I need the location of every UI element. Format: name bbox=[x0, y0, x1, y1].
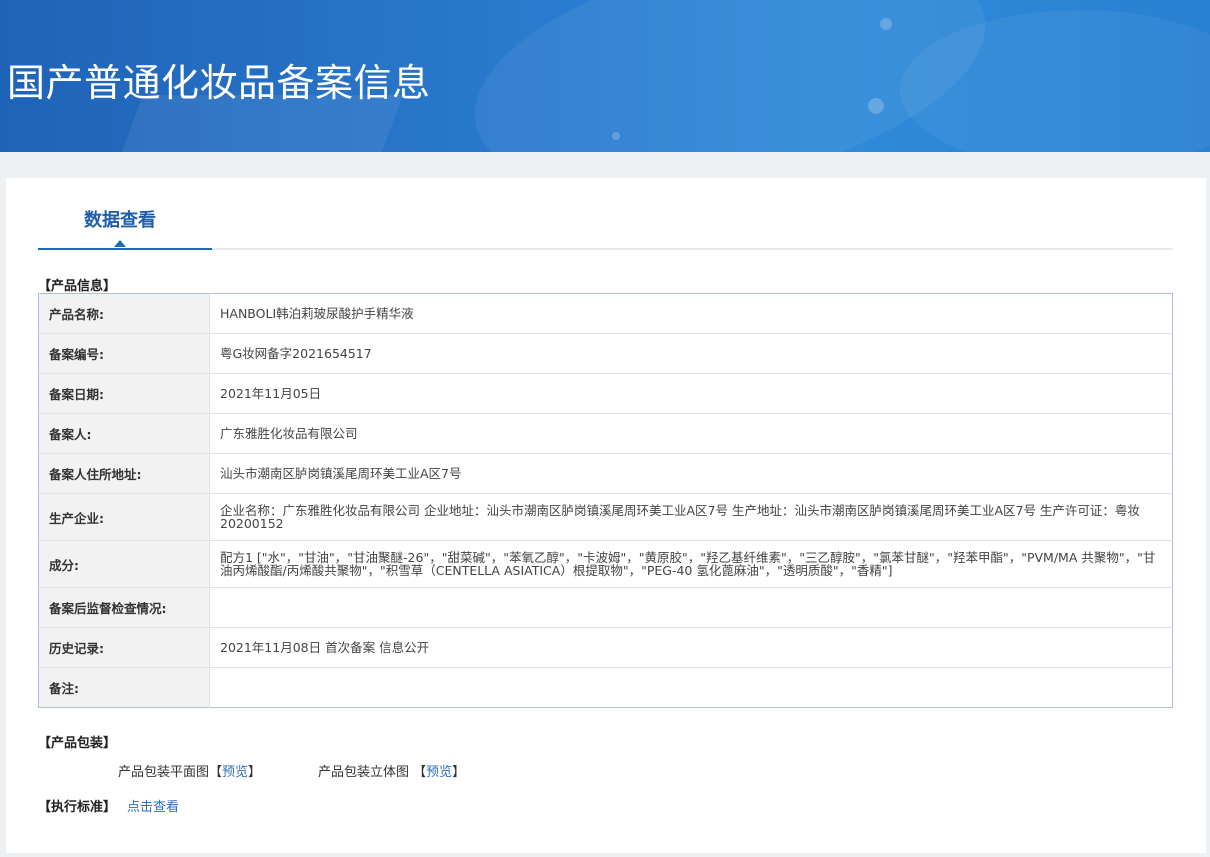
table-row: 备注: bbox=[38, 667, 1173, 708]
field-label: 历史记录: bbox=[38, 627, 210, 668]
tab-label: 数据查看 bbox=[84, 210, 156, 231]
field-label: 备案编号: bbox=[38, 333, 210, 374]
tab-data-view[interactable]: 数据查看 bbox=[38, 178, 212, 250]
preview-stereo-link[interactable]: 预览 bbox=[426, 765, 452, 780]
preview-flat-link[interactable]: 预览 bbox=[222, 765, 248, 780]
field-label: 生产企业: bbox=[38, 493, 210, 541]
bracket-close: 】 bbox=[452, 765, 466, 780]
field-value bbox=[209, 587, 1173, 628]
field-label: 备案后监督检查情况: bbox=[38, 587, 210, 628]
table-row: 历史记录: 2021年11月08日 首次备案 信息公开 bbox=[38, 627, 1173, 668]
field-value: 2021年11月05日 bbox=[209, 373, 1173, 414]
banner-decoration bbox=[880, 18, 892, 30]
header-banner: 国产普通化妆品备案信息 bbox=[0, 0, 1210, 152]
section-title-product-info: 【产品信息】 bbox=[38, 279, 117, 294]
table-row: 备案日期: 2021年11月05日 bbox=[38, 373, 1173, 414]
table-row: 产品名称: HANBOLI韩泊莉玻尿酸护手精华液 bbox=[38, 293, 1173, 334]
product-info-table: 产品名称: HANBOLI韩泊莉玻尿酸护手精华液 备案编号: 粤G妆网备字202… bbox=[38, 293, 1173, 708]
view-standard-link[interactable]: 点击查看 bbox=[127, 796, 179, 815]
field-label: 备案日期: bbox=[38, 373, 210, 414]
field-value: 2021年11月08日 首次备案 信息公开 bbox=[209, 627, 1173, 668]
content-panel: 数据查看 【产品信息】 产品名称: HANBOLI韩泊莉玻尿酸护手精华液 备案编… bbox=[6, 178, 1206, 853]
table-row: 成分: 配方1 ["水"，"甘油"，"甘油聚醚-26"，"甜菜碱"，"苯氧乙醇"… bbox=[38, 540, 1173, 588]
field-value bbox=[209, 667, 1173, 708]
section-title-packaging: 【产品包装】 bbox=[38, 736, 117, 751]
packaging-stereo-label: 产品包装立体图 bbox=[318, 765, 414, 780]
bracket-close: 】 bbox=[248, 765, 262, 780]
page-title: 国产普通化妆品备案信息 bbox=[7, 61, 431, 105]
field-label: 产品名称: bbox=[38, 293, 210, 334]
packaging-flat-item: 产品包装平面图【预览】 bbox=[118, 761, 261, 780]
field-label: 备注: bbox=[38, 667, 210, 708]
packaging-flat-label: 产品包装平面图 bbox=[118, 765, 210, 780]
banner-decoration bbox=[612, 132, 620, 140]
table-row: 备案编号: 粤G妆网备字2021654517 bbox=[38, 333, 1173, 374]
banner-decoration bbox=[868, 98, 884, 114]
field-value: 企业名称：广东雅胜化妆品有限公司 企业地址：汕头市潮南区胪岗镇溪尾周环美工业A区… bbox=[209, 493, 1173, 541]
packaging-stereo-item: 产品包装立体图 【预览】 bbox=[318, 761, 465, 780]
table-row: 备案人住所地址: 汕头市潮南区胪岗镇溪尾周环美工业A区7号 bbox=[38, 453, 1173, 494]
field-value: 粤G妆网备字2021654517 bbox=[209, 333, 1173, 374]
tab-indicator-caret bbox=[114, 240, 126, 247]
field-label: 备案人: bbox=[38, 413, 210, 454]
field-value: 广东雅胜化妆品有限公司 bbox=[209, 413, 1173, 454]
field-value: 汕头市潮南区胪岗镇溪尾周环美工业A区7号 bbox=[209, 453, 1173, 494]
table-row: 生产企业: 企业名称：广东雅胜化妆品有限公司 企业地址：汕头市潮南区胪岗镇溪尾周… bbox=[38, 493, 1173, 541]
field-value: 配方1 ["水"，"甘油"，"甘油聚醚-26"，"甜菜碱"，"苯氧乙醇"，"卡波… bbox=[209, 540, 1173, 588]
table-row: 备案后监督检查情况: bbox=[38, 587, 1173, 628]
bracket-open: 【 bbox=[413, 765, 427, 780]
field-label: 成分: bbox=[38, 540, 210, 588]
section-title-standard: 【执行标准】 bbox=[38, 800, 117, 815]
field-value: HANBOLI韩泊莉玻尿酸护手精华液 bbox=[220, 306, 414, 321]
field-label: 备案人住所地址: bbox=[38, 453, 210, 494]
bracket-open: 【 bbox=[209, 765, 223, 780]
tab-bar: 数据查看 bbox=[38, 178, 1173, 250]
table-row: 备案人: 广东雅胜化妆品有限公司 bbox=[38, 413, 1173, 454]
